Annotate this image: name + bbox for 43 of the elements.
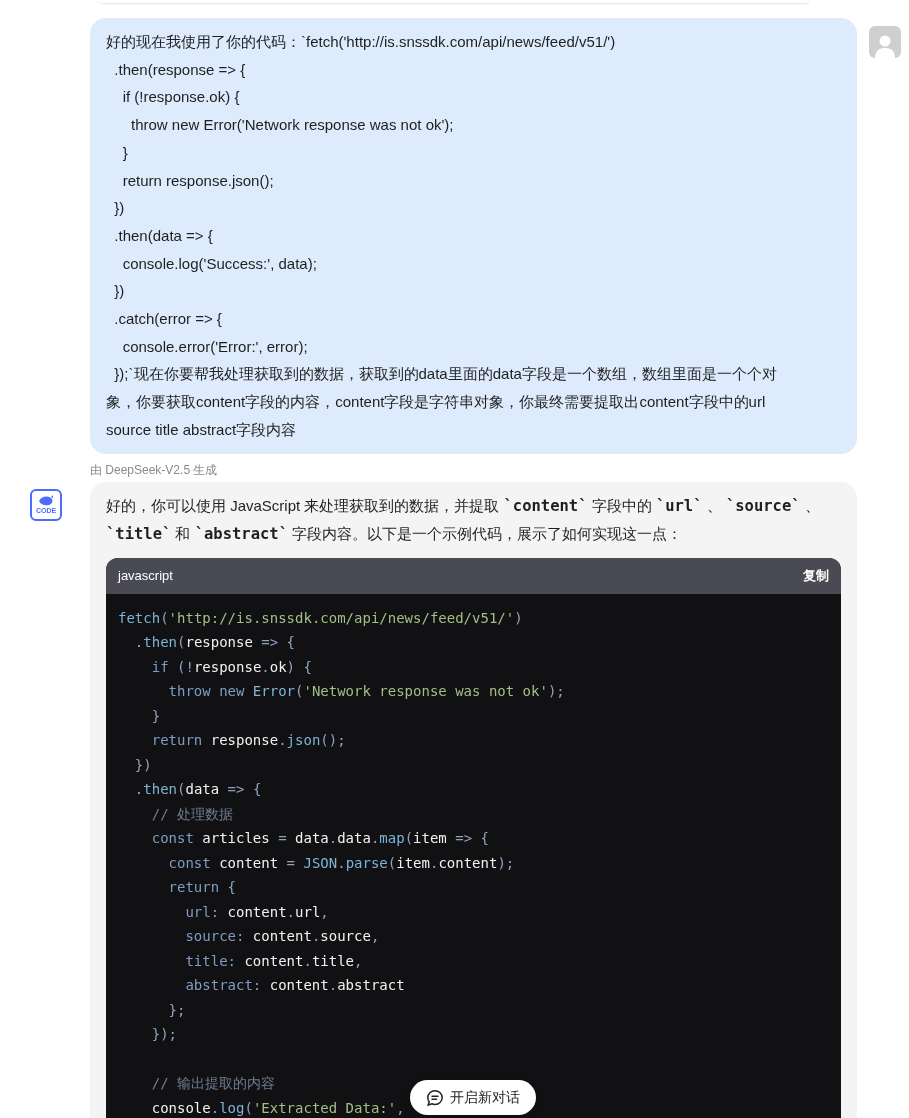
- code-line: }): [133, 756, 152, 773]
- chat-bubble-icon: [426, 1088, 444, 1107]
- message-line: }): [113, 198, 126, 219]
- code-line: };: [167, 1001, 186, 1018]
- model-note: 由 DeepSeek-V2.5 生成: [90, 462, 218, 477]
- code-line: fetch('http://is.snssdk.com/api/news/feed/v51/'): [118, 609, 523, 626]
- code-line: // 输出提取的内容: [150, 1075, 275, 1092]
- message-line: }): [113, 281, 126, 302]
- message-line: console.error('Error:', error);: [121, 336, 309, 357]
- message-line: .catch(error => {: [113, 309, 223, 330]
- code-line: }: [150, 707, 161, 724]
- code-line: if (!response.ok) {: [150, 658, 312, 675]
- code-line: title: content.title,: [184, 952, 363, 969]
- code-line: .then(response => {: [133, 634, 296, 651]
- message-line: }: [121, 142, 129, 163]
- message-line: 象，你要获取content字段的内容，content字段是字符串对象，你最终需要提取出content字段中的url: [106, 392, 767, 413]
- message-line: .then(data => {: [113, 225, 214, 246]
- code-line: source: content.source,: [184, 928, 380, 945]
- code-line: abstract: content.abstract: [184, 977, 405, 994]
- message-line: source title abstract字段内容: [106, 419, 298, 440]
- copy-button[interactable]: 复制: [803, 565, 829, 586]
- whale-icon: [38, 494, 54, 507]
- code-line: const content = JSON.parse(item.content);: [167, 854, 515, 871]
- message-line: });`现在你要帮我处理获取到的数据，获取到的data里面的data字段是一个数组，数组里面是一个个对: [113, 364, 778, 385]
- code-line: // 处理数据: [150, 805, 233, 822]
- code-line: url: content.url,: [184, 903, 329, 920]
- message-line: if (!response.ok) {: [121, 87, 241, 108]
- code-line: const articles = data.data.map(item => {: [150, 830, 489, 847]
- code-line: .then(data => {: [133, 781, 262, 798]
- code-line: return {: [167, 879, 236, 896]
- message-line: return response.json();: [121, 170, 275, 191]
- new-chat-button[interactable]: 开启新对话: [410, 1080, 536, 1115]
- message-line: 好的现在我使用了你的代码：`fetch('http://is.snssdk.com/api/news/feed/v51/'): [106, 32, 617, 52]
- assistant-intro: 好的，你可以使用 JavaScript 来处理获取到的数据，并提取 `content` 字段中的 `url` 、 `source` 、 `title` 和 `abstract` 字段内容。以下是一个示例代码，展示了如何实现这一点：: [106, 495, 821, 545]
- message-line: console.log('Success:', data);: [121, 253, 318, 274]
- code-line: return response.json();: [150, 732, 346, 749]
- code-line: });: [150, 1026, 177, 1043]
- message-line: .then(response => {: [113, 59, 247, 80]
- code-language: javascript: [118, 566, 173, 585]
- user-avatar-icon: [869, 26, 901, 58]
- message-line: throw new Error('Network response was not ok');: [130, 115, 455, 136]
- code-line: console.log('Extracted Data:',: [150, 1099, 406, 1116]
- code-line: throw new Error('Network response was not ok');: [167, 683, 565, 700]
